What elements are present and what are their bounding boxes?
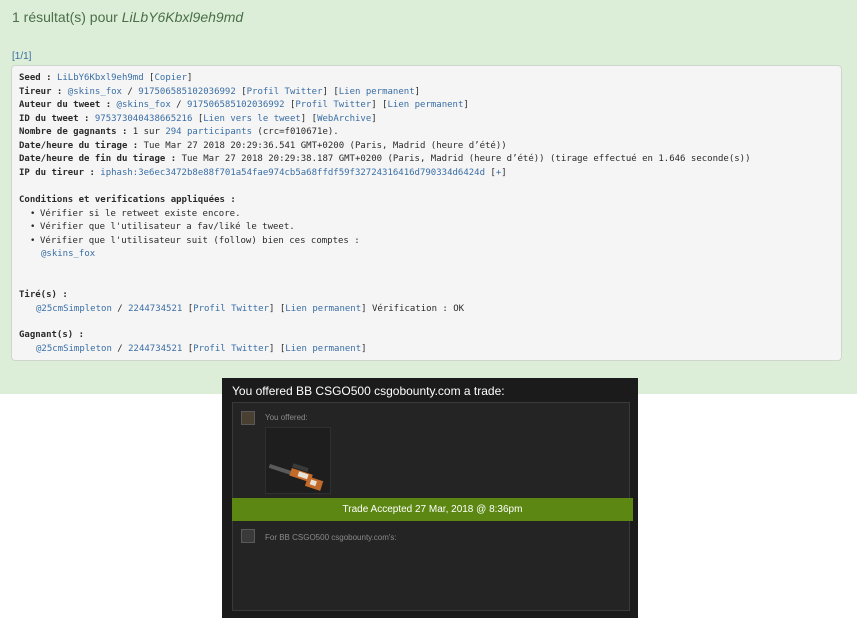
for-partner-label: For BB CSGO500 csgobounty.com's: [265, 533, 397, 542]
author-row: Auteur du tweet : @skins_fox / 917506585… [19, 100, 469, 110]
separator: / [121, 87, 139, 97]
draw-end-label: Date/heure de fin du tirage : [19, 154, 182, 164]
title-prefix: 1 résultat(s) pour [12, 9, 122, 25]
you-offered-label: You offered: [265, 413, 308, 422]
tireur-row: Tireur : @skins_fox / 917506585102036992… [19, 87, 421, 97]
participants-link[interactable]: 294 participants [165, 127, 252, 137]
drawn-profile-link[interactable]: Profil Twitter [193, 304, 269, 314]
condition-item: Vérifier si le retweet existe encore. [30, 209, 241, 220]
ip-hash-link[interactable]: iphash:3e6ec3472b8e88f701a54fae974cb5a68… [100, 168, 485, 178]
ip-expand-link[interactable]: + [496, 168, 501, 178]
awp-rifle-icon [268, 463, 324, 491]
title-seed: LiLbY6Kbxl9eh9md [121, 9, 244, 25]
draw-date-value: Tue Mar 27 2018 20:29:36.541 GMT+0200 (P… [143, 141, 507, 151]
winner-id-link[interactable]: 2244734521 [128, 344, 182, 354]
separator: / [111, 344, 129, 354]
tweet-id-link[interactable]: 975373040438665216 [95, 114, 193, 124]
offered-item-slot[interactable] [265, 427, 331, 494]
tireur-permalink[interactable]: Lien permanent [339, 87, 415, 97]
author-handle-link[interactable]: @skins_fox [117, 100, 171, 110]
seed-value[interactable]: LiLbY6Kbxl9eh9md [57, 73, 144, 83]
drawn-permalink[interactable]: Lien permanent [285, 304, 361, 314]
winners-label: Gagnant(s) : [19, 330, 85, 340]
partner-avatar [241, 529, 255, 543]
draw-date-row: Date/heure du tirage : Tue Mar 27 2018 2… [19, 141, 507, 152]
tireur-profile-link[interactable]: Profil Twitter [247, 87, 323, 97]
draw-result-box: Seed : LiLbY6Kbxl9eh9md [Copier] Tireur … [11, 65, 842, 361]
winner-count-row: Nombre de gagnants : 1 sur 294 participa… [19, 127, 339, 138]
user-avatar [241, 411, 255, 425]
draw-end-value: Tue Mar 27 2018 20:29:38.187 GMT+0200 (P… [181, 154, 751, 164]
author-permalink[interactable]: Lien permanent [388, 100, 464, 110]
webarchive-link[interactable]: WebArchive [317, 114, 371, 124]
condition-item: Vérifier que l'utilisateur suit (follow)… [30, 236, 360, 247]
draw-end-row: Date/heure de fin du tirage : Tue Mar 27… [19, 154, 751, 165]
winner-profile-link[interactable]: Profil Twitter [193, 344, 269, 354]
ip-row: IP du tireur : iphash:3e6ec3472b8e88f701… [19, 168, 507, 178]
pagination: [1/1] [12, 51, 32, 62]
condition-item: Vérifier que l'utilisateur a fav/liké le… [30, 222, 295, 233]
draw-date-label: Date/heure du tirage : [19, 141, 144, 151]
ip-label: IP du tireur : [19, 168, 101, 178]
crc-value: (crc=f010671e). [252, 127, 339, 137]
tweet-link[interactable]: Lien vers le tweet [203, 114, 301, 124]
winner-count-value: 1 sur [132, 127, 166, 137]
author-id-link[interactable]: 917506585102036992 [187, 100, 285, 110]
separator: / [170, 100, 187, 110]
results-panel: 1 résultat(s) pour LiLbY6Kbxl9eh9md [1/1… [0, 0, 857, 394]
drawn-label: Tiré(s) : [19, 290, 68, 300]
drawn-row: @25cmSimpleton / 2244734521 [Profil Twit… [36, 304, 465, 314]
tweet-id-label: ID du tweet : [19, 114, 95, 124]
winner-handle-link[interactable]: @25cmSimpleton [36, 344, 112, 354]
conditions-title: Conditions et verifications appliquées : [19, 195, 236, 205]
seed-label: Seed : [19, 73, 57, 83]
separator: / [111, 304, 129, 314]
tweet-id-row: ID du tweet : 975373040438665216 [Lien v… [19, 114, 377, 124]
tireur-label: Tireur : [19, 87, 68, 97]
author-profile-link[interactable]: Profil Twitter [295, 100, 371, 110]
winner-count-label: Nombre de gagnants : [19, 127, 133, 137]
winner-permalink[interactable]: Lien permanent [285, 344, 361, 354]
tireur-id-link[interactable]: 917506585102036992 [138, 87, 236, 97]
follow-account-link[interactable]: @skins_fox [41, 249, 95, 260]
copy-link[interactable]: Copier [154, 73, 187, 83]
trade-title: You offered BB CSGO500 csgobounty.com a … [232, 384, 505, 398]
drawn-handle-link[interactable]: @25cmSimpleton [36, 304, 112, 314]
drawn-id-link[interactable]: 2244734521 [128, 304, 182, 314]
tireur-handle-link[interactable]: @skins_fox [68, 87, 122, 97]
page-title: 1 résultat(s) pour LiLbY6Kbxl9eh9md [12, 9, 243, 25]
author-label: Auteur du tweet : [19, 100, 117, 110]
winner-row: @25cmSimpleton / 2244734521 [Profil Twit… [36, 344, 367, 354]
trade-accepted-banner: Trade Accepted 27 Mar, 2018 @ 8:36pm [232, 498, 633, 521]
seed-row: Seed : LiLbY6Kbxl9eh9md [Copier] [19, 73, 193, 83]
verification-status: Vérification : OK [366, 304, 465, 314]
